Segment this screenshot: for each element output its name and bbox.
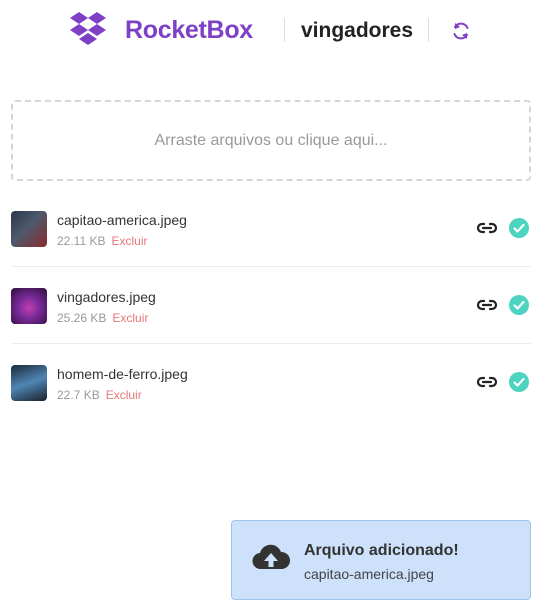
- cloud-upload-icon: [252, 544, 291, 570]
- file-size: 22.7 KB: [57, 388, 100, 402]
- file-list: capitao-america.jpeg 22.11 KB Excluir vin…: [11, 190, 531, 421]
- link-icon[interactable]: [476, 372, 498, 392]
- link-icon[interactable]: [476, 218, 498, 238]
- header-divider: [284, 18, 285, 42]
- header-divider: [428, 18, 429, 42]
- file-meta: 25.26 KB Excluir: [57, 311, 148, 325]
- header: RocketBox vingadores: [0, 10, 549, 54]
- file-meta: 22.11 KB Excluir: [57, 234, 148, 248]
- check-circle-icon: [509, 295, 529, 315]
- delete-link[interactable]: Excluir: [112, 311, 148, 325]
- file-item: vingadores.jpeg 25.26 KB Excluir: [11, 267, 531, 344]
- file-thumbnail: [11, 288, 47, 324]
- file-thumbnail: [11, 211, 47, 247]
- file-name: vingadores.jpeg: [57, 289, 156, 305]
- file-item: capitao-america.jpeg 22.11 KB Excluir: [11, 190, 531, 267]
- toast-title: Arquivo adicionado!: [304, 542, 459, 559]
- check-circle-icon: [509, 218, 529, 238]
- dropzone-text: Arraste arquivos ou clique aqui...: [154, 131, 388, 149]
- dropbox-logo-icon: [70, 12, 106, 45]
- file-item: homem-de-ferro.jpeg 22.7 KB Excluir: [11, 344, 531, 421]
- upload-dropzone[interactable]: Arraste arquivos ou clique aqui...: [11, 100, 531, 181]
- file-meta: 22.7 KB Excluir: [57, 388, 142, 402]
- file-size: 22.11 KB: [57, 234, 106, 248]
- file-name: homem-de-ferro.jpeg: [57, 366, 188, 382]
- link-icon[interactable]: [476, 295, 498, 315]
- toast-message: capitao-america.jpeg: [304, 566, 434, 582]
- brand-name: RocketBox: [125, 16, 253, 44]
- delete-link[interactable]: Excluir: [111, 234, 147, 248]
- check-circle-icon: [509, 372, 529, 392]
- notification-toast[interactable]: Arquivo adicionado! capitao-america.jpeg: [231, 520, 531, 600]
- refresh-icon[interactable]: [449, 19, 473, 43]
- delete-link[interactable]: Excluir: [106, 388, 142, 402]
- file-name: capitao-america.jpeg: [57, 212, 187, 228]
- box-title: vingadores: [301, 19, 414, 42]
- file-thumbnail: [11, 365, 47, 401]
- file-size: 25.26 KB: [57, 311, 107, 325]
